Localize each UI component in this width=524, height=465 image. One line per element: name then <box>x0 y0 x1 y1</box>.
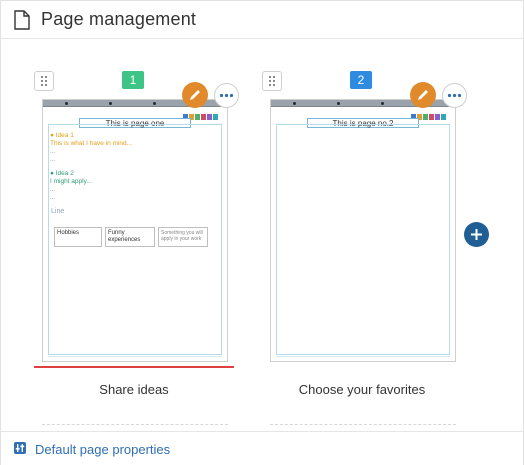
page-title: Page management <box>41 9 197 29</box>
more-dots-icon <box>447 93 462 98</box>
drag-grip-icon <box>41 76 47 86</box>
page-thumbnail[interactable]: This is page no.2 <box>270 99 456 362</box>
more-options-button[interactable] <box>442 83 467 108</box>
thumbnail-content-frame <box>276 124 450 355</box>
page-number-badge: 1 <box>122 71 144 89</box>
pencil-icon <box>418 90 428 100</box>
idea-block: ● Idea 1 This is what I have in mind... … <box>50 132 133 163</box>
table-cell: Hobbies <box>54 227 102 247</box>
table-cell: Funny experiences <box>105 227 155 247</box>
edit-page-button[interactable] <box>410 82 436 108</box>
table-cell: Something you will apply in your work <box>158 227 208 247</box>
page-properties-icon[interactable] <box>14 442 26 454</box>
card-divider <box>42 424 228 425</box>
selected-indicator <box>34 366 234 368</box>
page-management-panel: Page management 1 This is page one ● Ide… <box>0 0 524 465</box>
idea-block: ● Idea 2 I might apply... ... ... <box>50 170 92 201</box>
drag-grip-icon <box>269 76 275 86</box>
default-page-properties-link[interactable]: Default page properties <box>35 442 170 457</box>
panel-header: Page management <box>1 1 523 39</box>
card-divider <box>270 424 456 425</box>
sticker-strip <box>411 107 451 120</box>
more-options-button[interactable] <box>214 83 239 108</box>
page-label[interactable]: Choose your favorites <box>262 382 462 397</box>
pencil-icon <box>190 90 200 100</box>
thumbnail-divider <box>276 356 450 357</box>
page-label[interactable]: Share ideas <box>34 382 234 397</box>
sticker-strip <box>183 107 223 120</box>
drag-handle[interactable] <box>34 71 54 91</box>
drag-handle[interactable] <box>262 71 282 91</box>
page-thumbnail[interactable]: This is page one ● Idea 1 This is what I… <box>42 99 228 362</box>
plus-icon <box>471 229 482 240</box>
panel-footer: Default page properties <box>1 431 523 465</box>
thumbnail-divider <box>48 356 222 357</box>
document-icon <box>14 10 30 30</box>
edit-page-button[interactable] <box>182 82 208 108</box>
add-page-button[interactable] <box>464 222 489 247</box>
line-label: Line <box>51 208 65 215</box>
page-number-badge: 2 <box>350 71 372 89</box>
more-dots-icon <box>219 93 234 98</box>
